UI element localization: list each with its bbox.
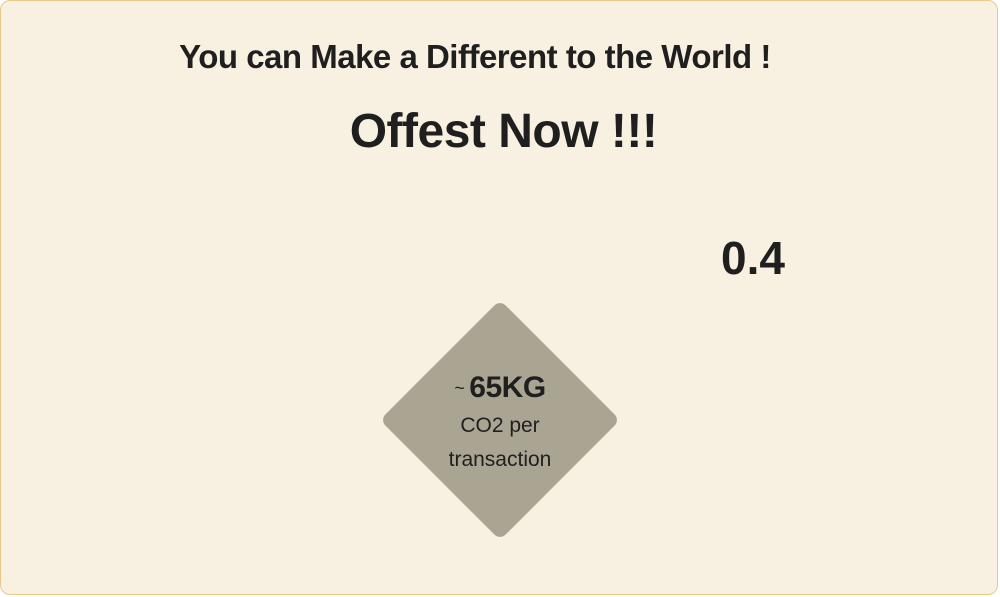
headline: You can Make a Different to the World !	[179, 38, 771, 75]
co2-desc-line2: transaction	[448, 448, 552, 472]
co2-amount-row: ~ 65KG	[400, 367, 600, 409]
offset-now-heading: Offest Now !!!	[349, 105, 658, 158]
approx-symbol: ~	[454, 378, 465, 398]
co2-desc-line1: CO2 per	[460, 414, 540, 438]
offset-card: You can Make a Different to the World ! …	[0, 0, 998, 595]
co2-amount: 65KG	[469, 371, 546, 404]
value-display: 0.4	[721, 232, 785, 284]
co2-diamond-content: ~ 65KG CO2 per transaction	[400, 367, 600, 477]
